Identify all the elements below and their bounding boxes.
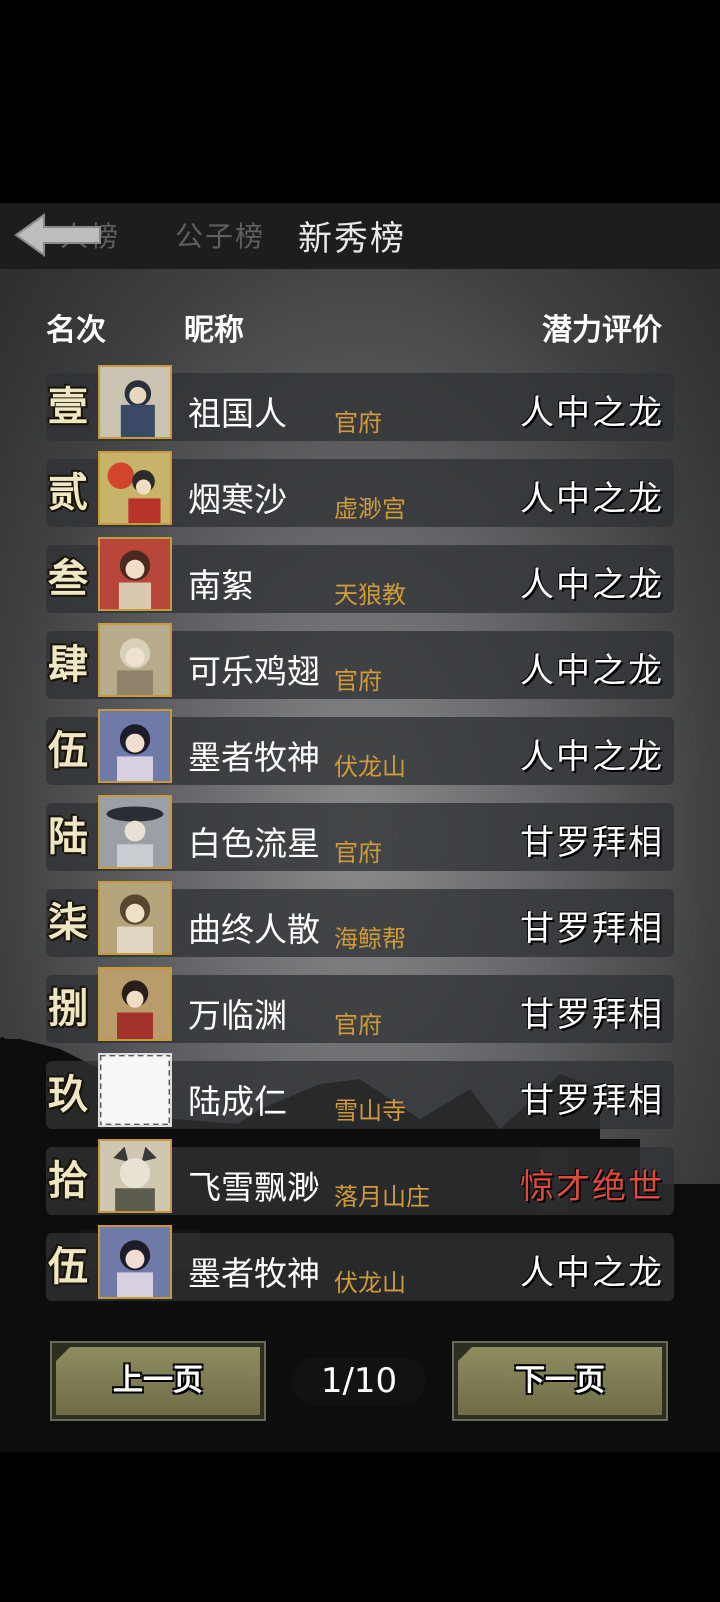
rating-label: 人中之龙 [520,737,664,777]
rating-label: 甘罗拜相 [520,823,664,863]
rank-label: 玖 [48,1071,88,1118]
rating-label: 人中之龙 [520,479,664,519]
player-nickname: 墨者牧神 [188,1254,320,1293]
rank-label: 捌 [48,985,88,1032]
table-row[interactable]: 玖 陆成仁 雪山寺 甘罗拜相 [46,1053,674,1129]
avatar[interactable] [98,1139,172,1213]
ranking-panel: 名次 昵称 潜力评价 壹 祖国人 官府 人中之龙 贰 烟寒沙 虚渺宫 人中之龙 … [0,269,720,1452]
rank-label: 柒 [48,899,88,946]
tab-xinxiu-bang[interactable]: 新秀榜 [298,211,406,260]
rank-label: 贰 [48,469,88,516]
rank-label: 叁 [48,555,88,602]
player-nickname: 陆成仁 [188,1082,287,1121]
table-row[interactable]: 壹 祖国人 官府 人中之龙 [46,365,674,441]
avatar[interactable] [98,967,172,1041]
table-row[interactable]: 拾 飞雪飘渺 落月山庄 惊才绝世 [46,1139,674,1215]
table-row[interactable]: 陆 白色流星 官府 甘罗拜相 [46,795,674,871]
rank-label: 伍 [48,727,88,774]
sect-label: 伏龙山 [334,753,406,781]
sect-label: 官府 [334,409,382,437]
player-nickname: 白色流星 [188,824,320,863]
back-arrow-icon[interactable] [14,211,104,259]
prev-page-button[interactable]: 上一页 [50,1341,266,1421]
avatar[interactable] [98,1053,172,1127]
rank-label: 拾 [48,1157,88,1204]
sect-label: 天狼教 [334,581,406,609]
avatar[interactable] [98,1225,172,1299]
avatar[interactable] [98,795,172,869]
sect-label: 虚渺宫 [334,495,406,523]
prev-page-label: 上一页 [113,1363,203,1398]
sect-label: 伏龙山 [334,1269,406,1297]
player-nickname: 祖国人 [188,394,287,433]
rating-label: 人中之龙 [520,393,664,433]
page-indicator: 1/10 [292,1357,426,1405]
table-row[interactable]: 贰 烟寒沙 虚渺宫 人中之龙 [46,451,674,527]
rank-label: 壹 [48,383,88,430]
sect-label: 落月山庄 [334,1183,430,1211]
sect-label: 官府 [334,667,382,695]
table-row[interactable]: 肆 可乐鸡翅 官府 人中之龙 [46,623,674,699]
sect-label: 官府 [334,1011,382,1039]
player-nickname: 飞雪飘渺 [188,1168,320,1207]
next-page-label: 下一页 [515,1363,605,1398]
player-nickname: 南絮 [188,566,254,605]
player-nickname: 墨者牧神 [188,738,320,777]
rating-label: 甘罗拜相 [520,909,664,949]
rank-label: 伍 [48,1243,88,1290]
column-header-nick: 昵称 [184,313,244,348]
rating-label: 甘罗拜相 [520,1081,664,1121]
table-row[interactable]: 伍 墨者牧神 伏龙山 人中之龙 [46,709,674,785]
column-header-rating: 潜力评价 [542,313,662,348]
player-nickname: 万临渊 [188,996,287,1035]
table-row[interactable]: 捌 万临渊 官府 甘罗拜相 [46,967,674,1043]
table-row[interactable]: 伍 墨者牧神 伏龙山 人中之龙 [46,1225,674,1301]
avatar[interactable] [98,537,172,611]
player-nickname: 曲终人散 [188,910,320,949]
avatar[interactable] [98,451,172,525]
rank-label: 陆 [48,813,88,860]
rating-label: 人中之龙 [520,651,664,691]
rating-label: 甘罗拜相 [520,995,664,1035]
rating-label: 人中之龙 [520,1253,664,1293]
table-row[interactable]: 叁 南絮 天狼教 人中之龙 [46,537,674,613]
avatar[interactable] [98,623,172,697]
rating-label: 人中之龙 [520,565,664,605]
player-nickname: 烟寒沙 [188,480,287,519]
player-nickname: 可乐鸡翅 [188,652,320,691]
avatar[interactable] [98,881,172,955]
rank-label: 肆 [48,641,88,688]
avatar[interactable] [98,365,172,439]
sect-label: 雪山寺 [334,1097,406,1125]
column-header-rank: 名次 [46,313,106,348]
sect-label: 海鲸帮 [334,925,406,953]
table-row[interactable]: 柒 曲终人散 海鲸帮 甘罗拜相 [46,881,674,957]
next-page-button[interactable]: 下一页 [452,1341,668,1421]
sect-label: 官府 [334,839,382,867]
tab-gongzi-bang[interactable]: 公子榜 [175,215,265,255]
ranking-tab-bar: 人榜 公子榜 新秀榜 [0,203,720,269]
avatar[interactable] [98,709,172,783]
rating-label: 惊才绝世 [520,1167,664,1207]
top-blank-area [0,0,720,203]
bottom-blank-area [0,1452,720,1602]
